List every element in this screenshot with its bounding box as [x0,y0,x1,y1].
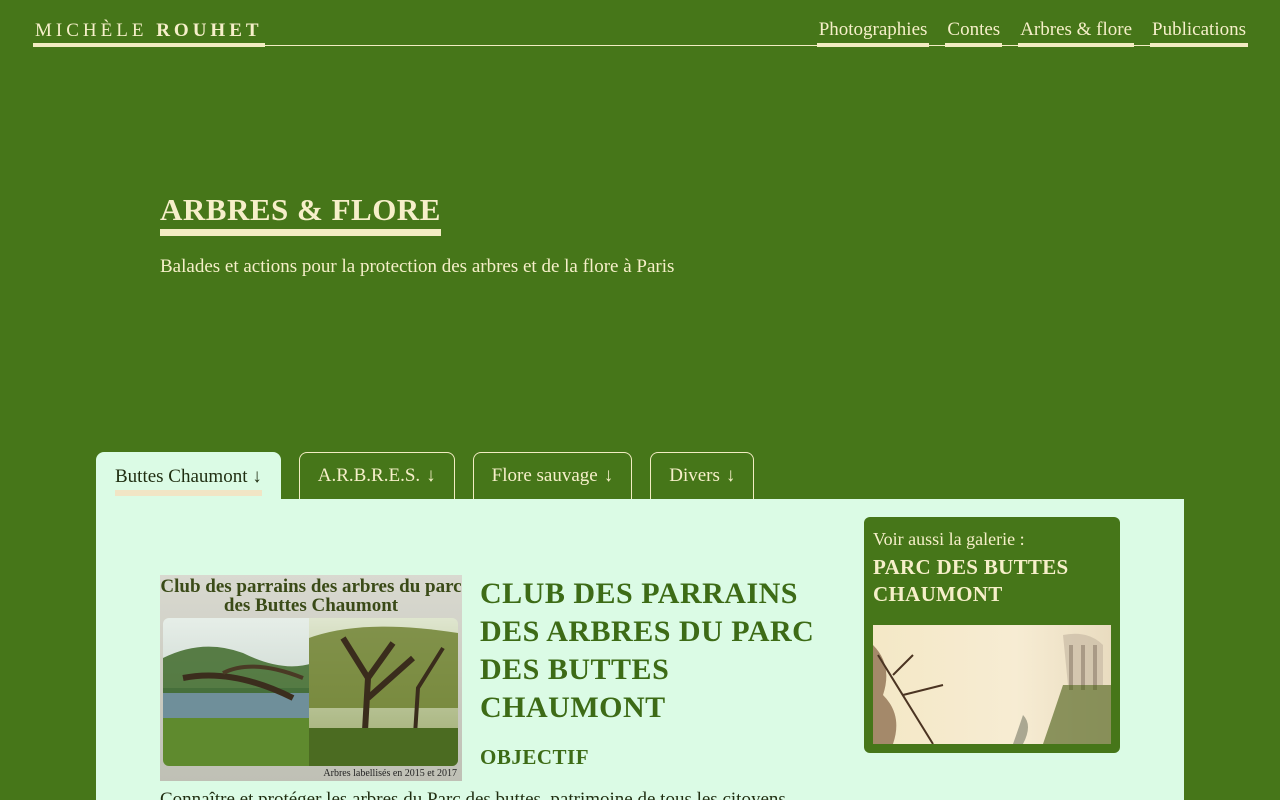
nav-contes[interactable]: Contes [945,18,1003,47]
nav-photographies[interactable]: Photographies [816,18,930,47]
section-tabs: Buttes Chaumont ↓ A.R.B.R.E.S. ↓ Flore sa… [96,452,772,499]
tab-label: Flore sauvage [491,465,598,486]
nav-arbres-flore[interactable]: Arbres & flore [1018,18,1135,47]
main-nav: Photographies Contes Arbres & flore Publ… [816,18,1248,47]
page-title: ARBRES & FLORE [160,191,441,236]
image-title: Club des parrains des arbres du parc des… [160,576,462,616]
site-header: MICHÈLE ROUHET Photographies Contes Arbr… [33,18,1248,47]
brand-first-name: MICHÈLE [35,20,148,41]
arrow-down-icon: ↓ [426,465,436,486]
arrow-down-icon: ↓ [252,466,262,487]
article-body: Connaître et protéger les arbres du Parc… [160,789,786,800]
image-caption: Arbres labellisés en 2015 et 2017 [323,768,457,779]
arrow-down-icon: ↓ [603,465,614,486]
tab-buttes-chaumont[interactable]: Buttes Chaumont ↓ [96,452,281,499]
tab-flore-sauvage[interactable]: Flore sauvage ↓ [472,452,633,499]
tab-divers[interactable]: Divers ↓ [650,452,755,499]
article-title[interactable]: CLUB DES PARRAINS DES ARBRES DU PARC DES… [480,575,820,727]
gallery-intro: Voir aussi la galerie : [873,529,1025,549]
page-subtitle: Balades et actions pour la protection de… [160,256,675,277]
tab-arbres[interactable]: A.R.B.R.E.S. ↓ [298,452,455,499]
site-logo[interactable]: MICHÈLE ROUHET [33,20,265,47]
tab-label: A.R.B.R.E.S. [317,465,421,486]
gallery-card[interactable]: Voir aussi la galerie : PARC DES BUTTES … [864,517,1120,753]
nav-publications[interactable]: Publications [1150,18,1248,47]
trees-photo [163,618,458,766]
arrow-down-icon: ↓ [725,465,736,486]
section-heading: OBJECTIF [480,745,590,769]
gallery-photo[interactable] [873,625,1111,744]
tab-label: Buttes Chaumont [115,466,248,487]
article-image[interactable]: Club des parrains des arbres du parc des… [160,575,462,781]
brand-last-name: ROUHET [156,20,263,41]
gallery-title[interactable]: PARC DES BUTTES CHAUMONT [873,554,1103,608]
tab-label: Divers [669,465,720,486]
